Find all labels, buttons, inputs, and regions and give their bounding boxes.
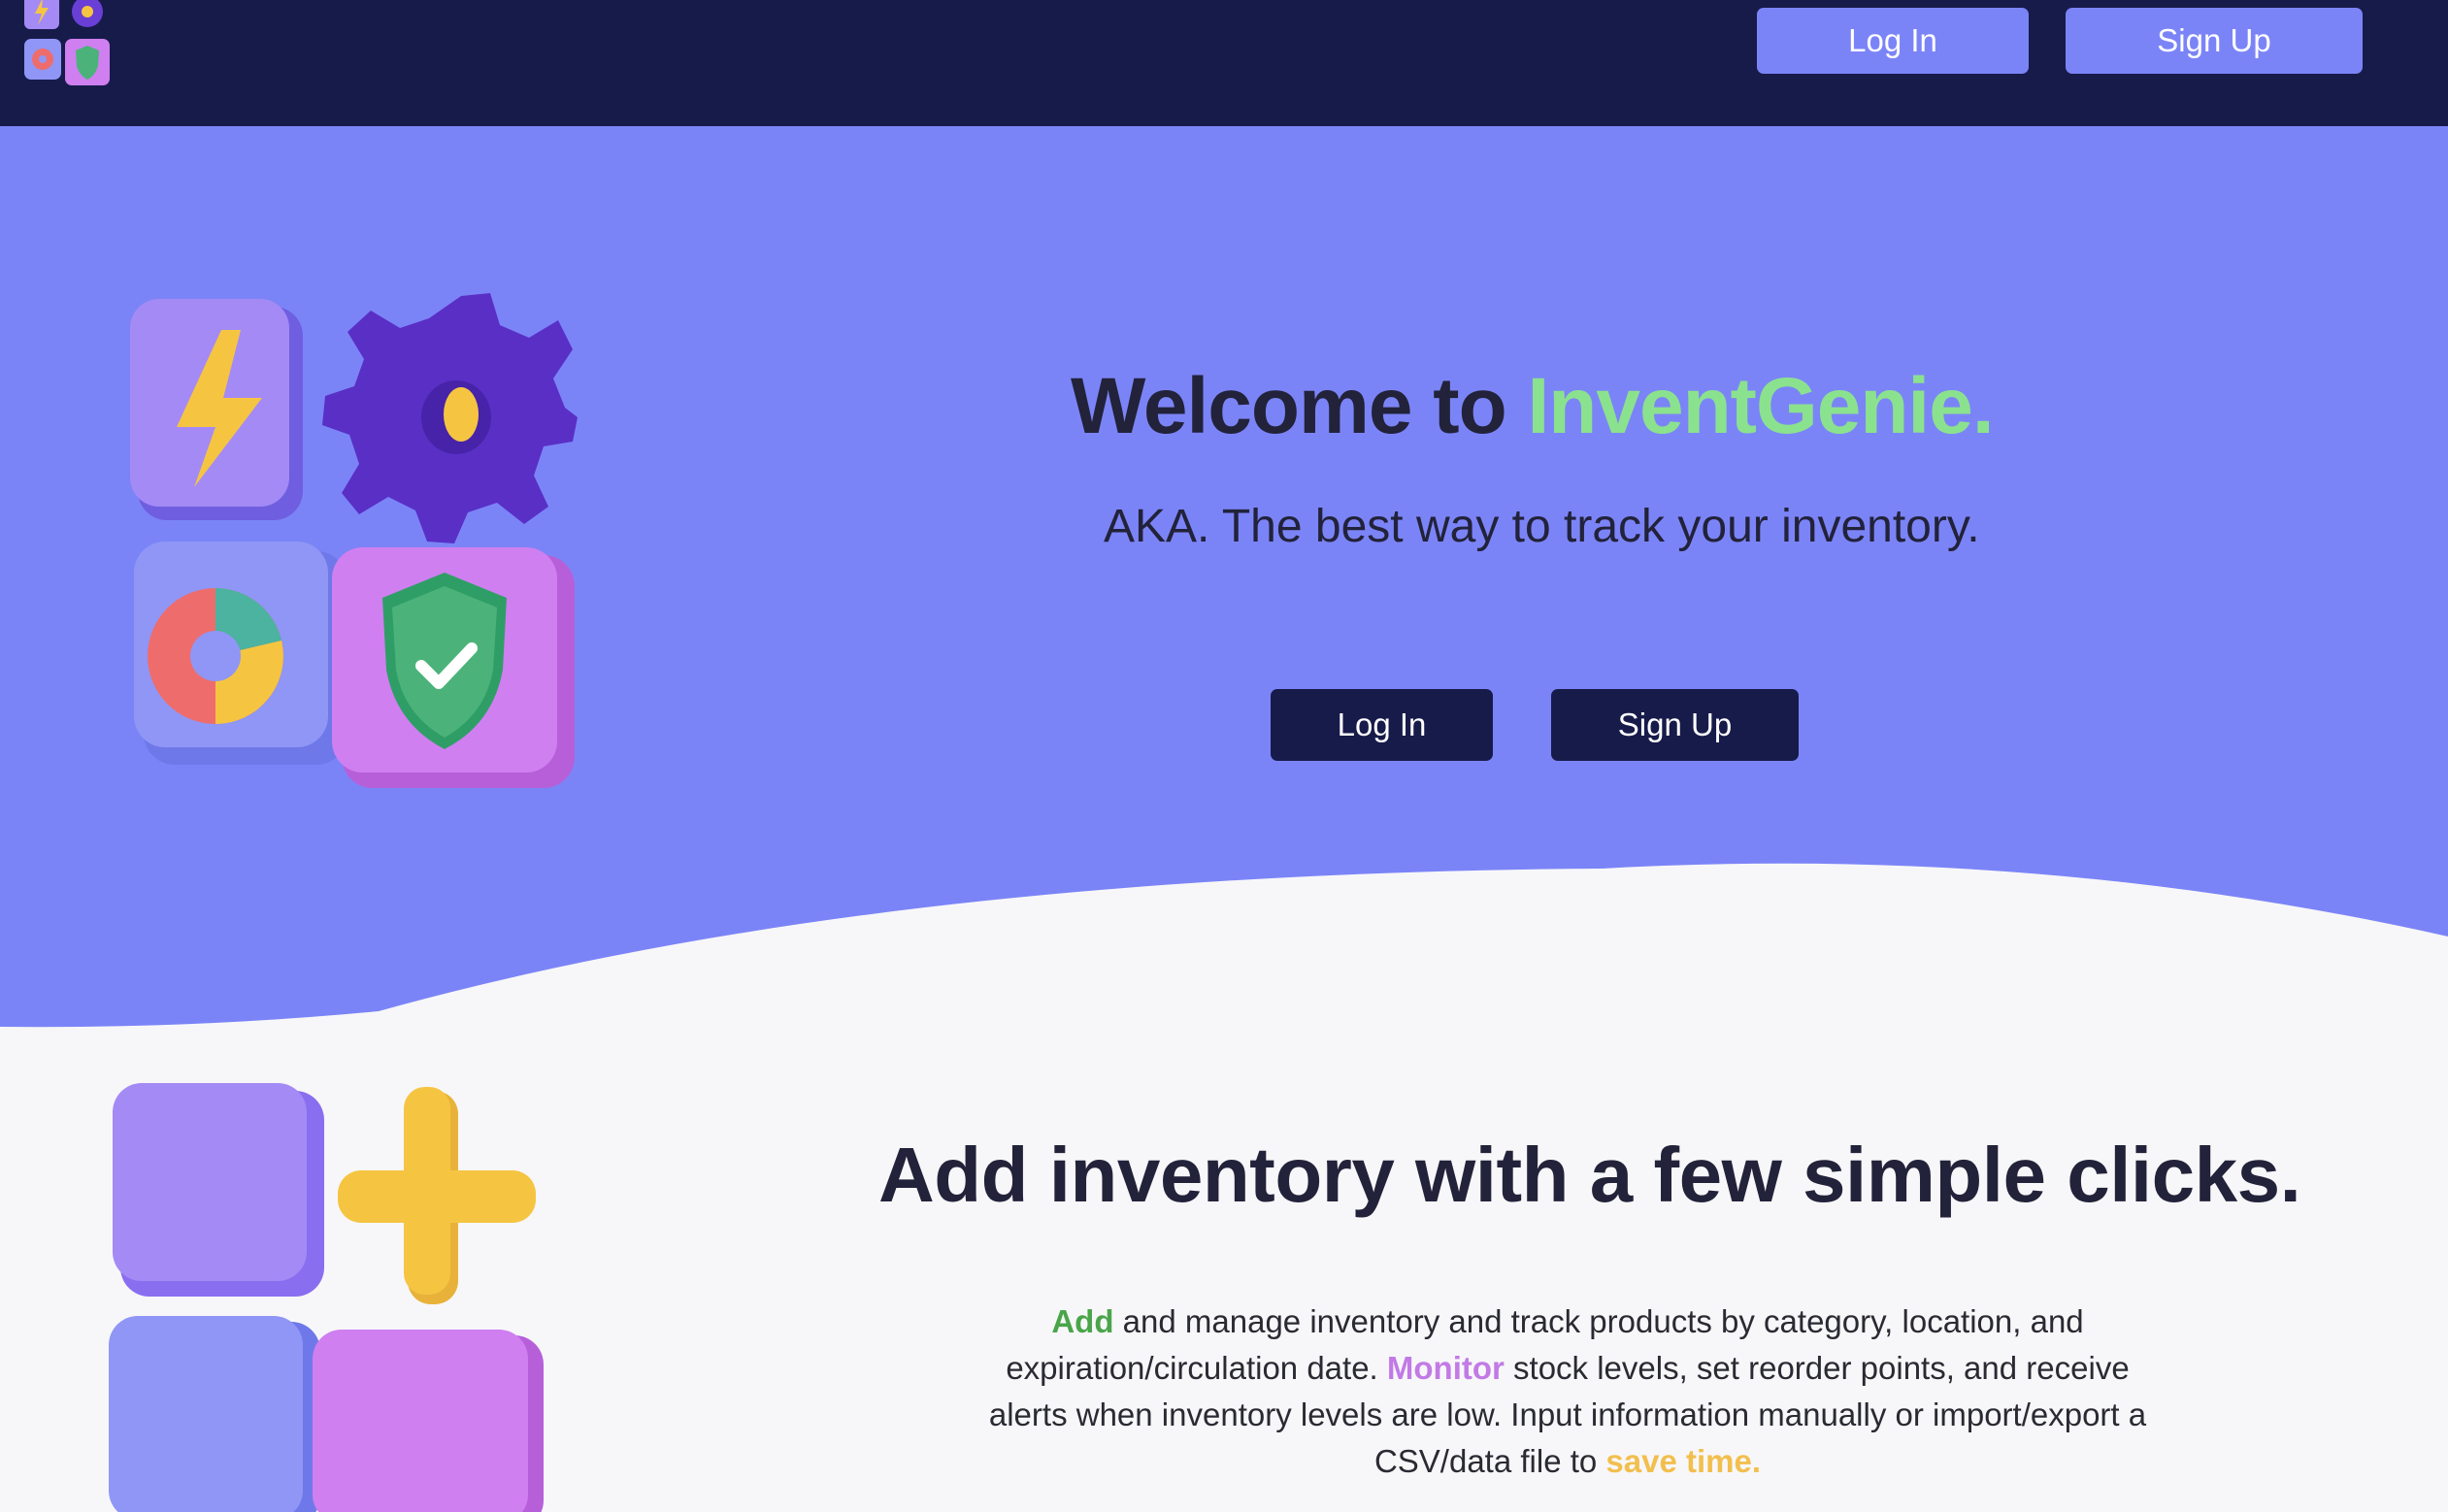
highlight-monitor: Monitor (1386, 1350, 1505, 1386)
app-logo-icon[interactable] (21, 0, 115, 89)
plus-icon (338, 1087, 536, 1304)
pie-chart-icon (134, 542, 347, 765)
pink-block (313, 1330, 544, 1512)
hero-title-brand: InventGenie. (1527, 362, 1994, 450)
features-title: Add inventory with a few simple clicks. (878, 1132, 2301, 1218)
gear-icon (322, 293, 578, 543)
lightning-icon (130, 299, 303, 520)
highlight-save-time: save time. (1605, 1443, 1762, 1479)
hero-subtitle: AKA. The best way to track your inventor… (1104, 501, 1980, 552)
hero-wave-divider (0, 854, 2448, 1048)
nav-signup-button[interactable]: Sign Up (2066, 8, 2363, 74)
shield-check-icon (332, 547, 575, 788)
blue-block (109, 1316, 320, 1512)
hero-login-button[interactable]: Log In (1271, 689, 1493, 761)
highlight-add: Add (1051, 1303, 1114, 1339)
hero-signup-button[interactable]: Sign Up (1551, 689, 1799, 761)
features-illustration (109, 1083, 544, 1512)
purple-block (113, 1083, 324, 1297)
features-description: Add and manage inventory and track produ… (971, 1298, 2165, 1485)
hero-illustration (130, 293, 578, 788)
hero-title-prefix: Welcome to (1071, 362, 1528, 450)
nav-login-button[interactable]: Log In (1757, 8, 2029, 74)
navbar: Log In Sign Up (0, 0, 2448, 126)
